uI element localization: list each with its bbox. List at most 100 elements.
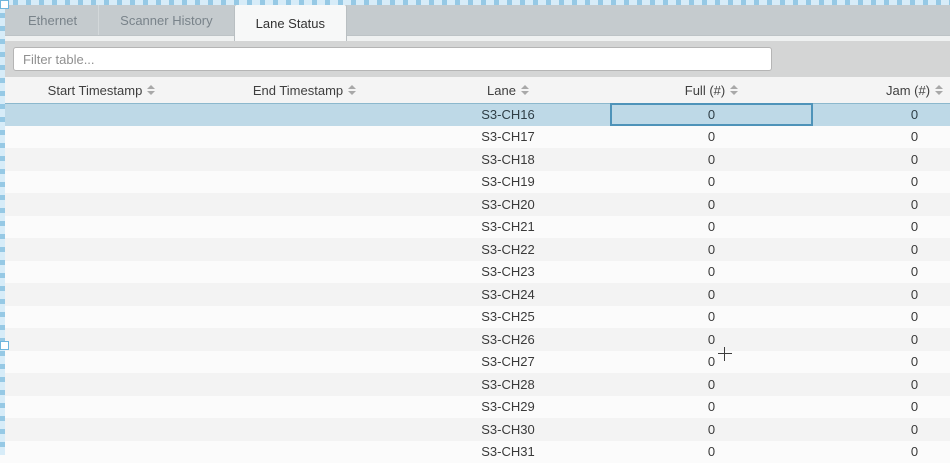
- filter-table-input[interactable]: [13, 47, 772, 71]
- cell-jam[interactable]: 0: [813, 216, 950, 239]
- cell-full[interactable]: 0: [610, 238, 813, 261]
- cell-end[interactable]: [203, 418, 406, 441]
- cell-end[interactable]: [203, 328, 406, 351]
- table-row[interactable]: S3-CH2800: [0, 373, 950, 396]
- cell-lane[interactable]: S3-CH21: [406, 216, 610, 239]
- column-header-start-timestamp[interactable]: Start Timestamp: [0, 77, 203, 103]
- table-row[interactable]: S3-CH2600: [0, 328, 950, 351]
- cell-start[interactable]: [0, 148, 203, 171]
- cell-jam[interactable]: 0: [813, 441, 950, 463]
- cell-start[interactable]: [0, 306, 203, 329]
- table-row[interactable]: S3-CH2100: [0, 216, 950, 239]
- cell-full[interactable]: 0: [610, 441, 813, 463]
- sort-arrows-icon[interactable]: [730, 85, 738, 95]
- cell-jam[interactable]: 0: [813, 283, 950, 306]
- cell-jam[interactable]: 0: [813, 238, 950, 261]
- cell-end[interactable]: [203, 441, 406, 463]
- cell-full[interactable]: 0: [610, 103, 813, 126]
- cell-end[interactable]: [203, 373, 406, 396]
- table-row[interactable]: S3-CH2900: [0, 396, 950, 419]
- table-row[interactable]: S3-CH2700: [0, 351, 950, 374]
- selection-handle-top-left[interactable]: [0, 0, 9, 9]
- cell-lane[interactable]: S3-CH16: [406, 103, 610, 126]
- cell-lane[interactable]: S3-CH20: [406, 193, 610, 216]
- cell-end[interactable]: [203, 216, 406, 239]
- cell-start[interactable]: [0, 171, 203, 194]
- table-row[interactable]: S3-CH3000: [0, 418, 950, 441]
- column-header-jam[interactable]: Jam (#): [813, 77, 950, 103]
- cell-lane[interactable]: S3-CH28: [406, 373, 610, 396]
- cell-start[interactable]: [0, 328, 203, 351]
- cell-full[interactable]: 0: [610, 126, 813, 149]
- cell-full[interactable]: 0: [610, 328, 813, 351]
- table-row[interactable]: S3-CH2400: [0, 283, 950, 306]
- table-row[interactable]: S3-CH2000: [0, 193, 950, 216]
- tab-lane-status[interactable]: Lane Status: [235, 5, 346, 41]
- cell-start[interactable]: [0, 418, 203, 441]
- cell-lane[interactable]: S3-CH18: [406, 148, 610, 171]
- cell-lane[interactable]: S3-CH31: [406, 441, 610, 463]
- tab-ethernet[interactable]: Ethernet: [7, 5, 99, 35]
- cell-start[interactable]: [0, 216, 203, 239]
- cell-full[interactable]: 0: [610, 216, 813, 239]
- cell-full[interactable]: 0: [610, 306, 813, 329]
- cell-jam[interactable]: 0: [813, 193, 950, 216]
- cell-end[interactable]: [203, 171, 406, 194]
- cell-lane[interactable]: S3-CH19: [406, 171, 610, 194]
- cell-start[interactable]: [0, 441, 203, 463]
- cell-full[interactable]: 0: [610, 193, 813, 216]
- cell-jam[interactable]: 0: [813, 351, 950, 374]
- cell-jam[interactable]: 0: [813, 261, 950, 284]
- cell-end[interactable]: [203, 351, 406, 374]
- cell-jam[interactable]: 0: [813, 103, 950, 126]
- cell-jam[interactable]: 0: [813, 306, 950, 329]
- cell-lane[interactable]: S3-CH24: [406, 283, 610, 306]
- table-row[interactable]: S3-CH1600: [0, 103, 950, 126]
- cell-end[interactable]: [203, 148, 406, 171]
- column-header-end-timestamp[interactable]: End Timestamp: [203, 77, 406, 103]
- cell-lane[interactable]: S3-CH26: [406, 328, 610, 351]
- table-row[interactable]: S3-CH3100: [0, 441, 950, 463]
- column-header-full[interactable]: Full (#): [610, 77, 813, 103]
- cell-full[interactable]: 0: [610, 373, 813, 396]
- cell-end[interactable]: [203, 306, 406, 329]
- cell-jam[interactable]: 0: [813, 126, 950, 149]
- cell-jam[interactable]: 0: [813, 328, 950, 351]
- cell-lane[interactable]: S3-CH25: [406, 306, 610, 329]
- table-row[interactable]: S3-CH1700: [0, 126, 950, 149]
- cell-start[interactable]: [0, 103, 203, 126]
- selection-handle-middle-left[interactable]: [0, 341, 9, 350]
- cell-start[interactable]: [0, 351, 203, 374]
- cell-jam[interactable]: 0: [813, 171, 950, 194]
- cell-lane[interactable]: S3-CH23: [406, 261, 610, 284]
- cell-start[interactable]: [0, 396, 203, 419]
- cell-lane[interactable]: S3-CH22: [406, 238, 610, 261]
- cell-full[interactable]: 0: [610, 148, 813, 171]
- tab-scanner-history[interactable]: Scanner History: [99, 5, 234, 35]
- cell-full[interactable]: 0: [610, 261, 813, 284]
- cell-full[interactable]: 0: [610, 351, 813, 374]
- cell-start[interactable]: [0, 238, 203, 261]
- cell-end[interactable]: [203, 103, 406, 126]
- cell-end[interactable]: [203, 261, 406, 284]
- cell-jam[interactable]: 0: [813, 148, 950, 171]
- cell-end[interactable]: [203, 193, 406, 216]
- table-row[interactable]: S3-CH2300: [0, 261, 950, 284]
- table-row[interactable]: S3-CH2200: [0, 238, 950, 261]
- column-header-lane[interactable]: Lane: [406, 77, 610, 103]
- cell-lane[interactable]: S3-CH30: [406, 418, 610, 441]
- cell-jam[interactable]: 0: [813, 418, 950, 441]
- cell-end[interactable]: [203, 396, 406, 419]
- sort-arrows-icon[interactable]: [935, 85, 943, 95]
- cell-jam[interactable]: 0: [813, 373, 950, 396]
- sort-arrows-icon[interactable]: [521, 85, 529, 95]
- cell-full[interactable]: 0: [610, 171, 813, 194]
- cell-end[interactable]: [203, 283, 406, 306]
- cell-start[interactable]: [0, 261, 203, 284]
- cell-start[interactable]: [0, 193, 203, 216]
- table-row[interactable]: S3-CH1800: [0, 148, 950, 171]
- cell-start[interactable]: [0, 126, 203, 149]
- cell-start[interactable]: [0, 373, 203, 396]
- table-row[interactable]: S3-CH1900: [0, 171, 950, 194]
- cell-lane[interactable]: S3-CH27: [406, 351, 610, 374]
